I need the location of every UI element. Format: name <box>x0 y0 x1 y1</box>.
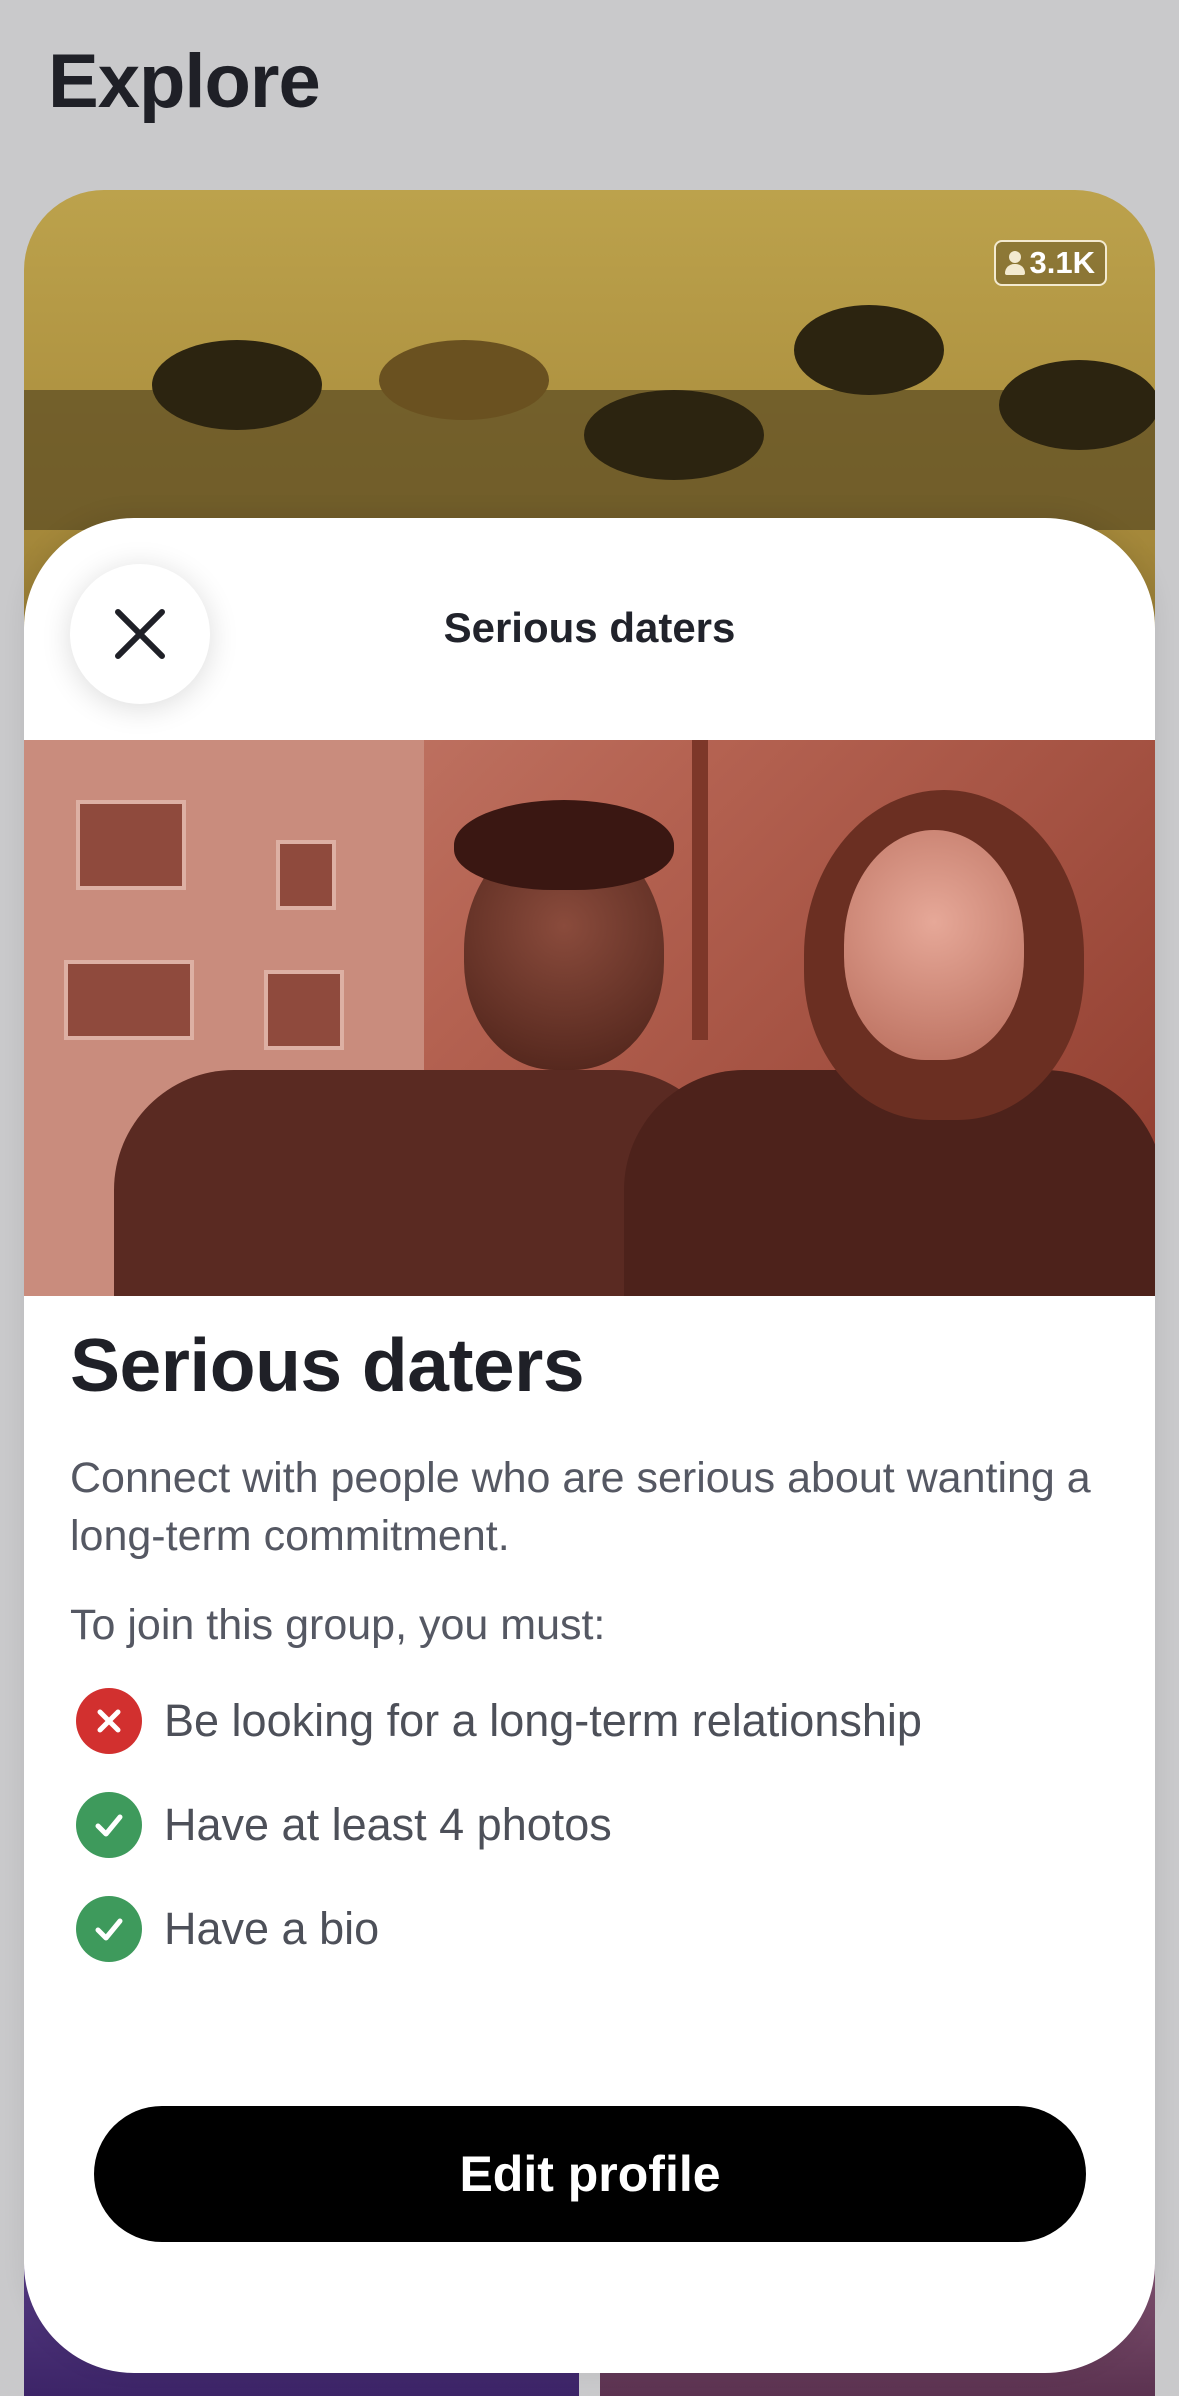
hero-person-hair <box>454 800 674 890</box>
requirements-list: Be looking for a long-term relationship … <box>70 1686 1110 1964</box>
card-photo-hair <box>584 390 764 480</box>
group-info: Serious daters Connect with people who a… <box>70 1328 1110 1998</box>
group-detail-sheet: Serious daters Serious daters Connect wi… <box>24 518 1155 2373</box>
card-photo-hair <box>794 305 944 395</box>
group-title: Serious daters <box>70 1323 585 1407</box>
member-count: 3.1K <box>1029 245 1095 280</box>
hero-window <box>76 800 186 890</box>
card-photo-hair <box>152 340 322 430</box>
hero-pole <box>692 740 708 1040</box>
requirements-intro: To join this group, you must: <box>70 1601 606 1649</box>
requirement-label: Have at least 4 photos <box>164 1799 612 1850</box>
requirement-label: Be looking for a long-term relationship <box>164 1695 922 1746</box>
check-icon <box>76 1896 142 1962</box>
sheet-header-title: Serious daters <box>443 604 736 651</box>
member-count-badge: 3.1K <box>993 240 1107 286</box>
card-photo-hair <box>379 340 549 420</box>
hero-window <box>276 840 336 910</box>
x-icon <box>76 1688 142 1754</box>
hero-image <box>24 740 1155 1296</box>
group-description: Connect with people who are serious abou… <box>70 1454 1091 1560</box>
hero-window <box>64 960 194 1040</box>
card-photo-hair <box>999 360 1155 450</box>
requirement-item: Have a bio <box>70 1894 1110 1964</box>
check-icon <box>76 1792 142 1858</box>
requirement-item: Be looking for a long-term relationship <box>70 1686 1110 1756</box>
requirement-label: Have a bio <box>164 1903 380 1954</box>
edit-profile-button[interactable]: Edit profile <box>94 2106 1086 2242</box>
hero-person-head <box>844 830 1024 1060</box>
person-icon <box>1004 249 1026 277</box>
hero-window <box>264 970 344 1050</box>
page-title: Explore <box>48 39 321 124</box>
requirement-item: Have at least 4 photos <box>70 1790 1110 1860</box>
